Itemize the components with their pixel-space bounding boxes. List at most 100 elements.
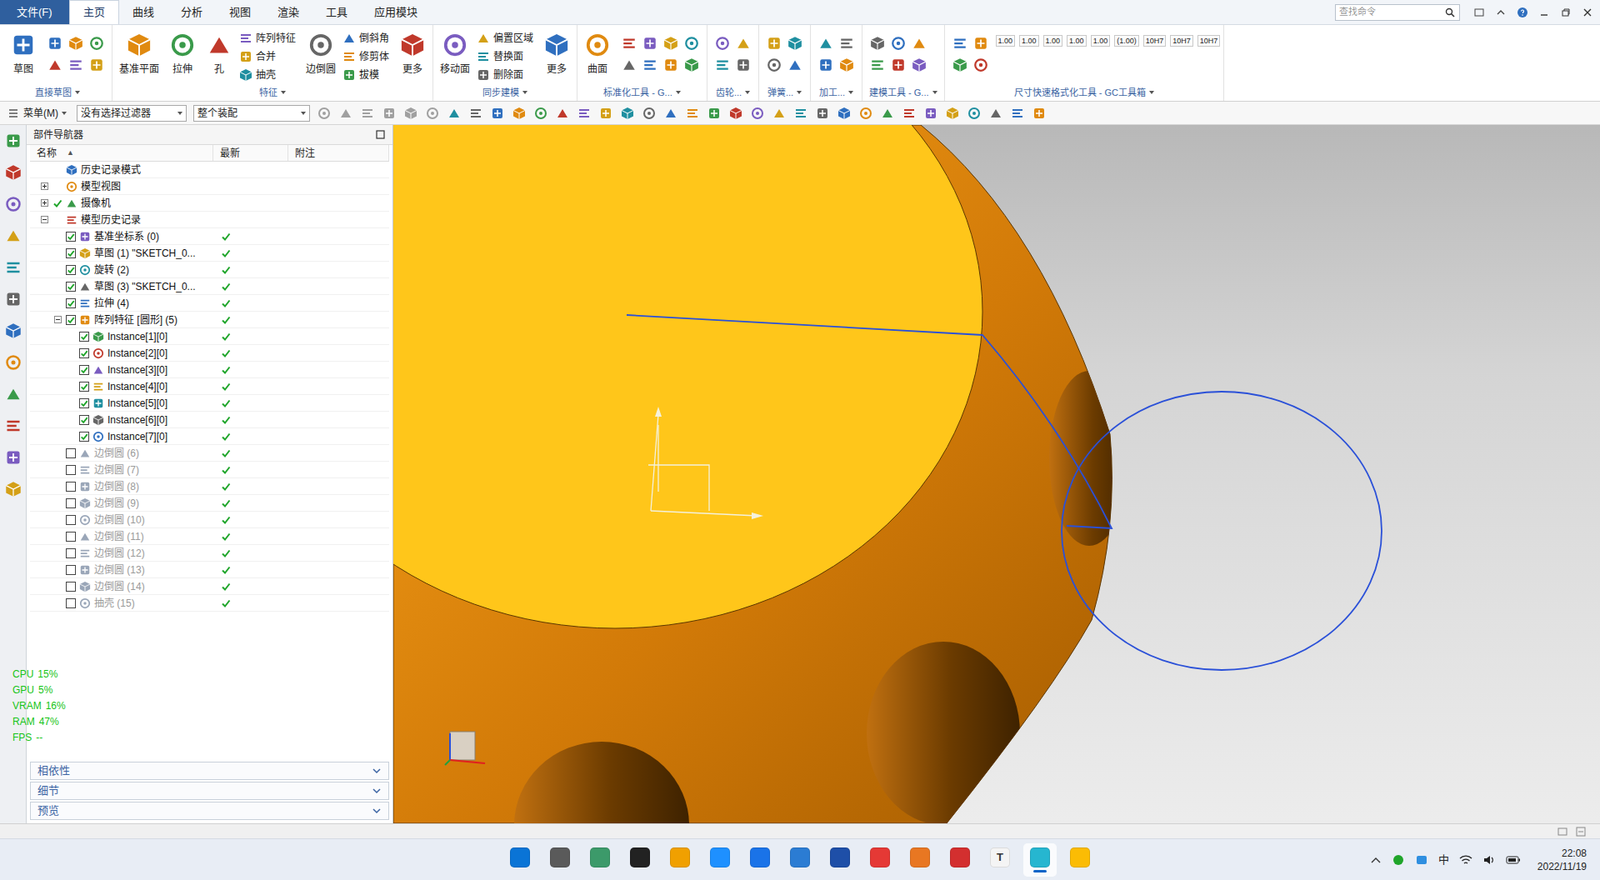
taskbar-app[interactable] [663,843,697,877]
toolbar-icon[interactable] [685,105,700,121]
collapse-icon[interactable] [1491,3,1510,22]
resource-tab-icon[interactable] [4,321,23,340]
checkbox[interactable] [79,331,90,342]
chevron-down-icon[interactable] [371,805,382,816]
toolbar-icon[interactable] [598,105,614,121]
tree-row[interactable]: 边倒圆 (13) [30,561,390,579]
tree-row[interactable]: 边倒圆 (11) [30,528,390,545]
tool-icon[interactable] [641,35,659,52]
tree-row[interactable]: Instance[6][0] [30,411,390,429]
resource-tab-icon[interactable] [4,448,23,467]
checkbox[interactable] [65,481,76,492]
taskbar-app[interactable] [623,843,657,877]
toolbar-icon[interactable] [836,105,852,121]
scope-dropdown[interactable]: 整个装配 [193,105,310,122]
ribbon-small-button[interactable]: 删除面 [476,66,537,84]
tree-row[interactable]: Instance[5][0] [30,395,390,412]
tool-icon[interactable] [662,56,680,74]
close-icon[interactable] [1578,3,1597,22]
expand-toggle[interactable] [52,581,63,592]
tool-icon[interactable] [869,35,886,52]
collapsible-panel[interactable]: 细节 [30,781,390,800]
taskbar-app[interactable] [903,843,937,877]
toolbar-icon[interactable] [468,105,484,121]
toolbar-icon[interactable] [425,105,440,121]
ribbon-tab[interactable]: 渲染 [264,0,313,25]
expand-toggle[interactable] [52,598,63,609]
expand-toggle[interactable] [52,315,63,325]
sort-arrow[interactable]: ▲ [66,147,75,160]
checkbox[interactable] [79,365,90,375]
expand-toggle[interactable] [52,565,63,575]
ribbon-button[interactable]: 移动面 [436,28,474,77]
checkbox[interactable] [79,415,90,425]
checkbox[interactable] [65,298,76,309]
tool-icon[interactable] [765,56,783,74]
ribbon-button[interactable]: 更多 [540,28,574,77]
toolbar-icon[interactable] [620,105,635,121]
expand-toggle[interactable] [52,481,63,492]
tool-icon[interactable] [972,56,990,74]
toolbar-icon[interactable] [945,105,960,121]
format-button[interactable]: 1.00 [1066,35,1087,47]
tool-icon[interactable] [46,56,64,74]
toolbar-icon[interactable] [815,105,830,121]
tree-row[interactable]: Instance[4][0] [30,378,390,395]
tree-row[interactable]: 边倒圆 (8) [30,478,390,495]
ribbon-button[interactable]: 拉伸 [165,28,200,77]
tool-icon[interactable] [620,56,638,74]
dropdown-arrow-icon[interactable] [280,90,286,95]
expand-toggle[interactable] [52,465,63,475]
selection-filter-dropdown[interactable]: 没有选择过滤器 [76,105,187,122]
checkbox[interactable] [65,498,76,509]
expand-toggle[interactable] [52,298,63,309]
tree-row[interactable]: 边倒圆 (7) [30,461,390,479]
dropdown-arrow-icon[interactable] [745,90,750,95]
toolbar-icon[interactable] [641,105,657,121]
format-button[interactable]: 10H7 [1170,35,1194,47]
expand-toggle[interactable] [52,231,63,242]
column-title[interactable]: 最新 [213,145,289,161]
toolbar-icon[interactable] [880,105,895,121]
tool-icon[interactable] [869,56,886,74]
tree-row[interactable]: 拉伸 (4) [30,295,390,312]
tree-row[interactable]: 草图 (3) "SKETCH_0... [30,278,390,295]
model-render[interactable] [393,125,1600,824]
volume-icon[interactable] [1482,853,1496,867]
ribbon-button[interactable]: 更多 [395,28,430,77]
toggle-box-icon[interactable] [40,199,49,207]
expand-toggle[interactable] [65,398,76,409]
ribbon-small-button[interactable]: 拔模 [342,66,393,84]
tree-row[interactable]: Instance[2][0] [30,345,390,362]
checkbox[interactable] [79,348,90,359]
tree-row[interactable]: 边倒圆 (14) [30,578,390,595]
toggle-box-icon[interactable] [40,182,49,190]
file-menu[interactable]: 文件(F) [0,0,70,25]
toolbar-icon[interactable] [360,105,375,121]
taskbar-app[interactable] [503,843,537,877]
expand-toggle[interactable] [65,415,76,425]
expand-toggle[interactable] [65,331,76,342]
tree-row[interactable]: 草图 (1) "SKETCH_0... [30,245,390,262]
format-button[interactable]: 1.00 [1043,35,1064,47]
graphics-viewport[interactable] [393,125,1600,824]
clock[interactable]: 22:082022/11/19 [1537,846,1587,874]
chevron-up-icon[interactable] [1370,854,1382,866]
tool-icon[interactable] [88,56,105,74]
toolbar-icon[interactable] [1031,105,1047,121]
taskbar-app[interactable] [863,843,897,877]
tree-row[interactable]: Instance[1][0] [30,328,390,345]
expand-toggle[interactable] [39,198,50,209]
expand-toggle[interactable] [65,365,76,375]
resource-tab-icon[interactable] [4,226,23,245]
checkbox[interactable] [79,398,90,409]
expand-toggle[interactable] [39,165,50,175]
dropdown-arrow-icon[interactable] [177,111,183,115]
taskbar-app[interactable]: T [983,843,1017,877]
ribbon-small-button[interactable]: 合并 [239,48,300,65]
chevron-down-icon[interactable] [371,765,382,776]
tool-icon[interactable] [786,35,804,52]
toolbar-icon[interactable] [490,105,505,121]
taskbar-app[interactable] [943,843,977,877]
format-button[interactable]: 10H7 [1143,35,1167,47]
